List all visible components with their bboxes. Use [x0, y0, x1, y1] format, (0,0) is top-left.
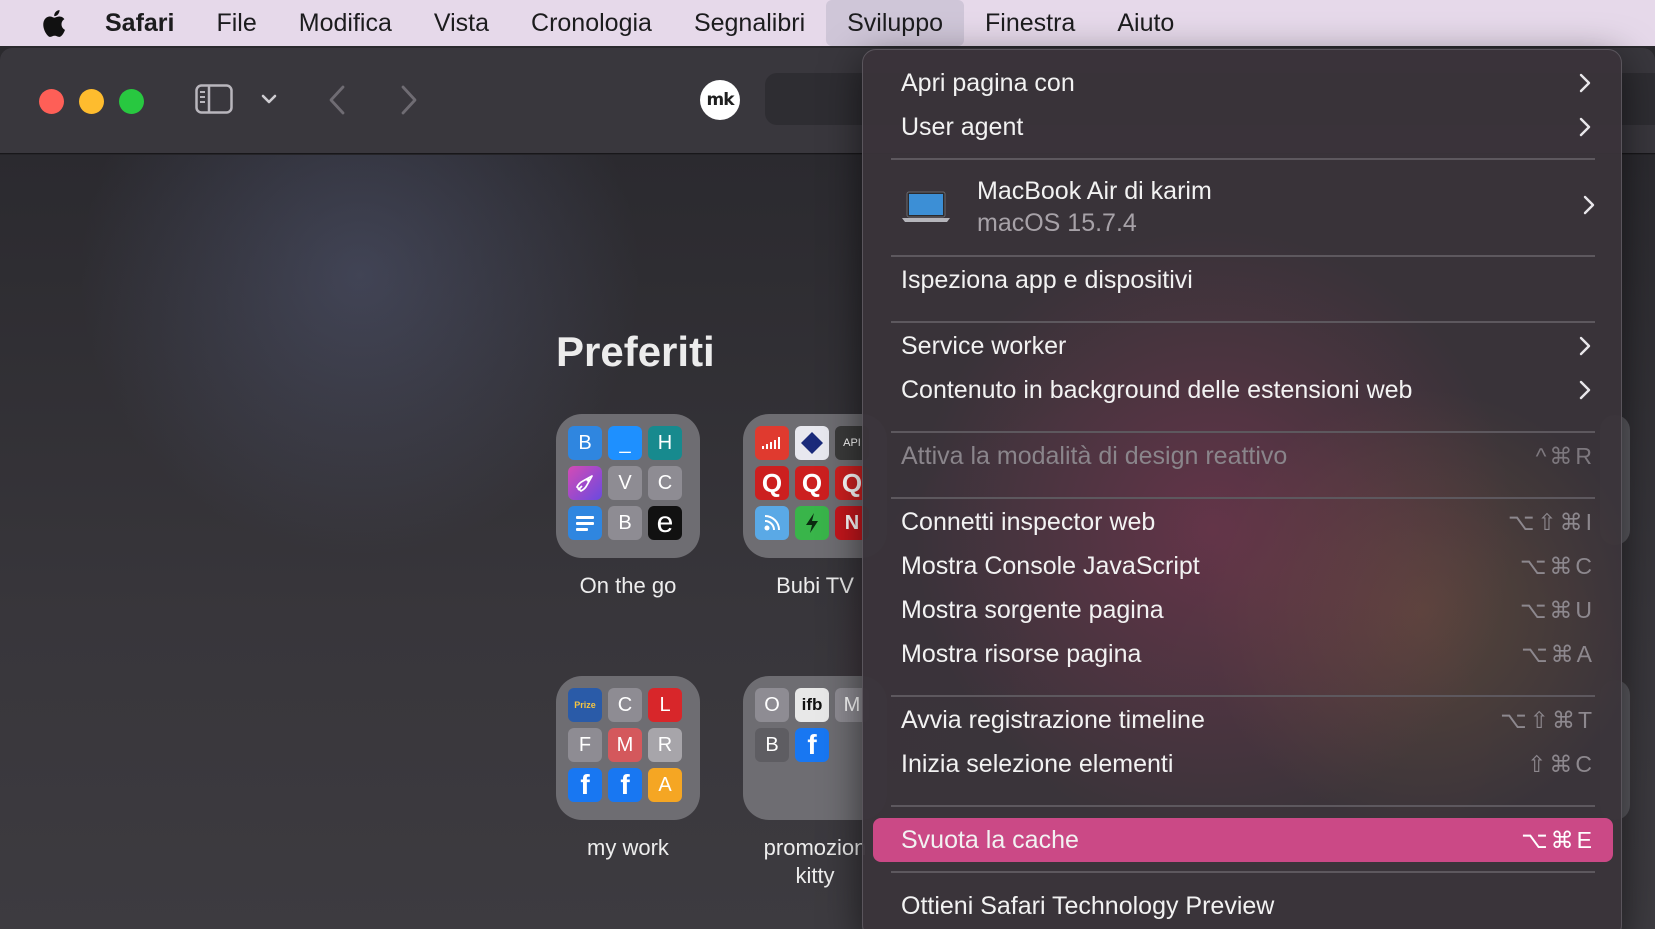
menu-separator: [891, 158, 1595, 160]
tile-q1: Q: [755, 466, 789, 500]
signal-icon: [755, 426, 789, 460]
menu-vista[interactable]: Vista: [413, 0, 510, 46]
menu-bar: Safari File Modifica Vista Cronologia Se…: [0, 0, 1655, 46]
menu-item-device[interactable]: MacBook Air di karim macOS 15.7.4: [873, 163, 1613, 251]
menu-cronologia[interactable]: Cronologia: [510, 0, 673, 46]
shortcut-label: ⌥⌘C: [1519, 552, 1595, 579]
chevron-right-icon: [1575, 336, 1595, 356]
tile-r: R: [648, 728, 682, 762]
menu-sviluppo[interactable]: Sviluppo: [826, 0, 965, 46]
tile-c: C: [608, 688, 642, 722]
facebook-icon: f: [568, 768, 602, 802]
shortcut-label: ⌥⌘A: [1521, 640, 1595, 667]
tile-f: F: [568, 728, 602, 762]
bolt-icon: [795, 506, 829, 540]
chevron-right-icon: [1575, 380, 1595, 400]
tile-prize: Prize: [568, 688, 602, 722]
folder-label-my-work: my work: [587, 835, 669, 860]
device-info: MacBook Air di karim macOS 15.7.4: [977, 175, 1583, 239]
menu-item-design-reattivo: Attiva la modalità di design reattivo ^⌘…: [901, 441, 1595, 470]
menu-item-service-worker[interactable]: Service worker: [873, 324, 1613, 368]
sviluppo-dropdown-menu: Apri pagina con User agent MacBook Air d…: [862, 49, 1622, 929]
tile-o: O: [755, 688, 789, 722]
shortcut-label: ⌥⌘E: [1521, 826, 1595, 853]
tile-h: H: [648, 426, 682, 460]
list-icon: [568, 506, 602, 540]
menu-item-console-javascript[interactable]: Mostra Console JavaScript ⌥⌘C: [873, 544, 1613, 588]
menu-separator: [891, 431, 1595, 433]
facebook-icon: f: [795, 728, 829, 762]
menu-item-user-agent[interactable]: User agent: [873, 105, 1613, 149]
device-os: macOS 15.7.4: [977, 209, 1137, 237]
menu-modifica[interactable]: Modifica: [278, 0, 413, 46]
menu-separator: [891, 321, 1595, 323]
broadcast-icon: [755, 506, 789, 540]
tile-underscore: _: [608, 426, 642, 460]
shortcut-label: ⌥⌘U: [1519, 596, 1595, 623]
menu-item-sorgente-pagina[interactable]: Mostra sorgente pagina ⌥⌘U: [873, 588, 1613, 632]
forward-arrow-icon[interactable]: [395, 80, 423, 120]
tile-q2: Q: [795, 466, 829, 500]
chevron-right-icon: [1575, 117, 1595, 137]
tile-c: C: [648, 466, 682, 500]
menu-separator: [891, 871, 1595, 873]
tile-b2: B: [608, 506, 642, 540]
menu-file[interactable]: File: [195, 0, 277, 46]
tile-m: M: [608, 728, 642, 762]
menu-item-connetti-inspector[interactable]: Connetti inspector web ⌥⇧⌘I: [873, 500, 1613, 544]
diamond-icon: [795, 426, 829, 460]
favorites-title: Preferiti: [556, 328, 715, 375]
chevron-down-icon[interactable]: [258, 84, 280, 114]
favorite-folder-my-work[interactable]: Prize C L F M R f f A: [556, 676, 700, 820]
menu-item-contenuto-background[interactable]: Contenuto in background delle estensioni…: [873, 368, 1613, 412]
menu-item-risorse-pagina[interactable]: Mostra risorse pagina ⌥⌘A: [873, 632, 1613, 676]
menu-item-selezione-elementi[interactable]: Inizia selezione elementi ⇧⌘C: [873, 742, 1613, 786]
menu-safari[interactable]: Safari: [84, 0, 195, 46]
zoom-window-button[interactable]: [119, 89, 144, 114]
menu-finestra[interactable]: Finestra: [964, 0, 1096, 46]
menu-segnalibri[interactable]: Segnalibri: [673, 0, 826, 46]
menu-separator: [891, 805, 1595, 807]
minimize-window-button[interactable]: [79, 89, 104, 114]
laptop-icon: [901, 189, 951, 225]
rocket-icon: [568, 466, 602, 500]
menu-separator: [891, 497, 1595, 499]
facebook-icon: f: [608, 768, 642, 802]
tile-v: V: [608, 466, 642, 500]
device-name: MacBook Air di karim: [977, 177, 1212, 205]
apple-menu-icon[interactable]: [22, 0, 84, 46]
extension-icon[interactable]: mk: [700, 80, 740, 120]
tile-a: A: [648, 768, 682, 802]
folder-label-on-the-go: On the go: [579, 573, 677, 598]
tile-e: e: [648, 506, 682, 540]
sidebar-toggle-icon[interactable]: [194, 82, 234, 116]
close-window-button[interactable]: [39, 89, 64, 114]
menu-item-apri-pagina-con[interactable]: Apri pagina con: [873, 61, 1613, 105]
chevron-right-icon: [1575, 73, 1595, 93]
menu-separator: [891, 255, 1595, 257]
shortcut-label: ⇧⌘C: [1527, 750, 1595, 777]
chevron-right-icon: [1583, 195, 1595, 220]
shortcut-label: ⌥⇧⌘I: [1507, 508, 1595, 535]
menu-item-ispeziona-app[interactable]: Ispeziona app e dispositivi: [873, 258, 1613, 302]
tile-b: B: [755, 728, 789, 762]
menu-separator: [891, 695, 1595, 697]
menu-item-svuota-cache[interactable]: Svuota la cache ⌥⌘E: [873, 818, 1613, 862]
favorite-folder-on-the-go[interactable]: B _ H V C B e: [556, 414, 700, 558]
back-arrow-icon[interactable]: [323, 80, 351, 120]
menu-item-registrazione-timeline[interactable]: Avvia registrazione timeline ⌥⇧⌘T: [873, 698, 1613, 742]
menu-item-technology-preview[interactable]: Ottieni Safari Technology Preview: [873, 884, 1613, 928]
shortcut-label: ⌥⇧⌘T: [1500, 706, 1595, 733]
shortcut-label: ^⌘R: [1535, 442, 1595, 469]
tile-b: B: [568, 426, 602, 460]
tile-l: L: [648, 688, 682, 722]
menu-aiuto[interactable]: Aiuto: [1096, 0, 1195, 46]
tile-ifb: ifb: [795, 688, 829, 722]
